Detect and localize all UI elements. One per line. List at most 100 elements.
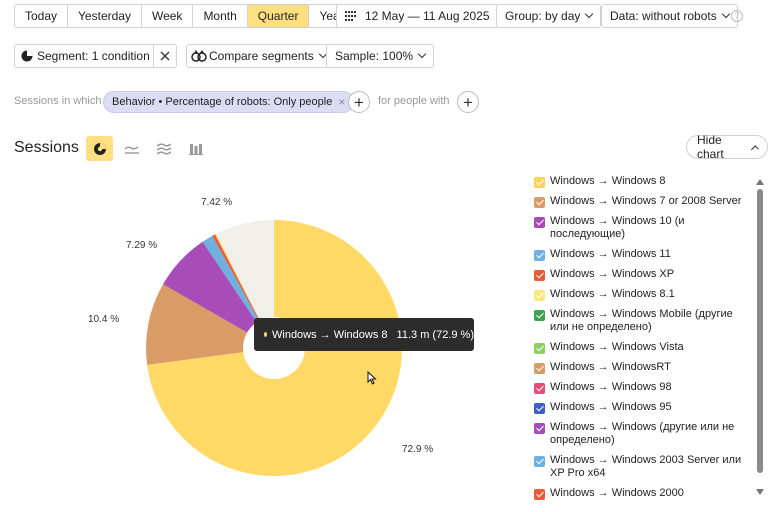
chart-tooltip: Windows → Windows 8 11.3 m (72.9 %) [254, 318, 474, 351]
legend-checkbox[interactable] [534, 423, 545, 434]
legend-label: Windows → Windows 8.1 [550, 288, 675, 300]
line-chart-icon [124, 145, 139, 154]
legend-item[interactable]: Windows → Windows 7 or 2008 Server [534, 195, 752, 208]
legend-checkbox[interactable] [534, 250, 545, 261]
segment-dropdown[interactable]: Segment: 1 condition [14, 44, 171, 68]
legend-label: Windows → Windows 2000 [550, 487, 684, 499]
legend-label: Windows → Windows 10 (и последующие) [550, 215, 685, 240]
legend-label: Windows → Windows Vista [550, 341, 684, 353]
data-filter-dropdown[interactable]: Data: without robots [601, 4, 738, 28]
scroll-down-arrow-icon[interactable] [756, 489, 764, 495]
chart-legend: Windows → Windows 8 Windows → Windows 7 o… [534, 175, 752, 501]
pie-chart-icon [93, 142, 106, 155]
legend-item[interactable]: Windows → Windows 2000 [534, 487, 752, 500]
data-filter-label: Data: without robots [610, 9, 717, 23]
legend-item[interactable]: Windows → Windows Vista [534, 341, 752, 354]
period-month[interactable]: Month [193, 5, 248, 27]
legend-item[interactable]: Windows → Windows XP [534, 268, 752, 281]
hide-chart-label: Hide chart [697, 133, 724, 161]
mouse-cursor-icon [367, 371, 377, 385]
legend-item[interactable]: Windows → Windows 10 (и последующие) [534, 215, 752, 241]
compare-icon [191, 50, 207, 62]
legend-label: Windows → Windows 8 [550, 175, 666, 187]
tooltip-series-name: Windows → Windows 8 [272, 328, 388, 341]
chart-type-area-button[interactable] [150, 136, 177, 161]
legend-checkbox[interactable] [534, 217, 545, 228]
slice-percent-label: 10.4 % [88, 314, 120, 325]
area-chart-icon [156, 142, 171, 155]
legend-checkbox[interactable] [534, 343, 545, 354]
period-yesterday[interactable]: Yesterday [68, 5, 142, 27]
filter-chip[interactable]: Behavior • Percentage of robots: Only pe… [103, 91, 355, 113]
section-title: Sessions [14, 139, 79, 156]
clear-segment-button[interactable] [153, 44, 177, 68]
add-session-condition-button[interactable]: + [348, 91, 370, 113]
chevron-down-icon [585, 9, 594, 19]
tooltip-color-dot [264, 332, 267, 337]
slice-percent-label: 72.9 % [402, 444, 434, 455]
help-icon[interactable]: ? [731, 10, 743, 22]
group-by-label: Group: by day [505, 9, 581, 23]
legend-item[interactable]: Windows → Windows 95 [534, 401, 752, 414]
calendar-icon [345, 11, 356, 21]
legend-item[interactable]: Windows → Windows 11 [534, 248, 752, 261]
legend-checkbox[interactable] [534, 456, 545, 467]
chart-type-line-button[interactable] [118, 136, 145, 161]
sample-label: Sample: 100% [335, 49, 414, 63]
legend-label: Windows → Windows Mobile (другие или не … [550, 308, 733, 333]
date-range-label: 12 May — 11 Aug 2025 [365, 9, 490, 23]
legend-label: Windows → Windows (другие или не определ… [550, 421, 735, 446]
period-quarter[interactable]: Quarter [247, 5, 310, 27]
compare-segments-dropdown[interactable]: Compare segments [186, 44, 335, 68]
legend-checkbox[interactable] [534, 310, 545, 321]
close-icon [160, 51, 170, 61]
legend-item[interactable]: Windows → Windows 98 [534, 381, 752, 394]
legend-label: Windows → Windows 11 [550, 248, 671, 260]
legend-checkbox[interactable] [534, 403, 545, 414]
for-people-with-label: for people with [378, 95, 450, 107]
sessions-in-which-label: Sessions in which [14, 95, 102, 107]
period-selector: Today Yesterday Week Month Quarter Year [14, 4, 355, 28]
date-range-button[interactable]: 12 May — 11 Aug 2025 [336, 4, 499, 28]
sample-dropdown[interactable]: Sample: 100% [326, 44, 435, 68]
legend-item[interactable]: Windows → WindowsRT [534, 361, 752, 374]
legend-checkbox[interactable] [534, 270, 545, 281]
legend-checkbox[interactable] [534, 177, 545, 188]
legend-checkbox[interactable] [534, 290, 545, 301]
segment-label: Segment: 1 condition [37, 49, 150, 63]
period-today[interactable]: Today [15, 5, 69, 27]
add-people-condition-button[interactable]: + [457, 91, 479, 113]
bar-chart-icon [188, 143, 203, 155]
chevron-down-icon [417, 49, 427, 59]
legend-label: Windows → Windows 7 or 2008 Server [550, 195, 742, 207]
close-icon[interactable]: × [338, 95, 345, 109]
legend-label: Windows → Windows XP [550, 268, 675, 280]
group-by-dropdown[interactable]: Group: by day [496, 4, 602, 28]
period-week[interactable]: Week [142, 5, 194, 27]
chart-type-bar-button[interactable] [182, 136, 209, 161]
chart-type-pie-button[interactable] [86, 136, 113, 161]
pie-segment-icon [21, 50, 33, 62]
slice-percent-label: 7.42 % [201, 197, 233, 208]
scrollbar-thumb[interactable] [757, 189, 763, 473]
legend-checkbox[interactable] [534, 197, 545, 208]
legend-item[interactable]: Windows → Windows 2003 Server или XP Pro… [534, 454, 752, 480]
hide-chart-button[interactable]: Hide chart [686, 133, 768, 161]
legend-label: Windows → WindowsRT [550, 361, 671, 373]
chevron-up-icon [750, 144, 759, 153]
legend-item[interactable]: Windows → Windows Mobile (другие или не … [534, 308, 752, 334]
chevron-down-icon [721, 9, 730, 19]
legend-item[interactable]: Windows → Windows 8 [534, 175, 752, 188]
legend-checkbox[interactable] [534, 363, 545, 374]
filter-chip-label: Behavior • Percentage of robots: Only pe… [112, 96, 333, 108]
compare-label: Compare segments [209, 49, 314, 63]
legend-item[interactable]: Windows → Windows 8.1 [534, 288, 752, 301]
slice-percent-label: 7.29 % [126, 240, 158, 251]
legend-item[interactable]: Windows → Windows (другие или не определ… [534, 421, 752, 447]
legend-checkbox[interactable] [534, 489, 545, 500]
scroll-up-arrow-icon[interactable] [756, 179, 764, 185]
legend-checkbox[interactable] [534, 383, 545, 394]
legend-label: Windows → Windows 98 [550, 381, 672, 393]
legend-label: Windows → Windows 2003 Server или XP Pro… [550, 454, 742, 479]
legend-scrollbar[interactable] [756, 179, 764, 497]
